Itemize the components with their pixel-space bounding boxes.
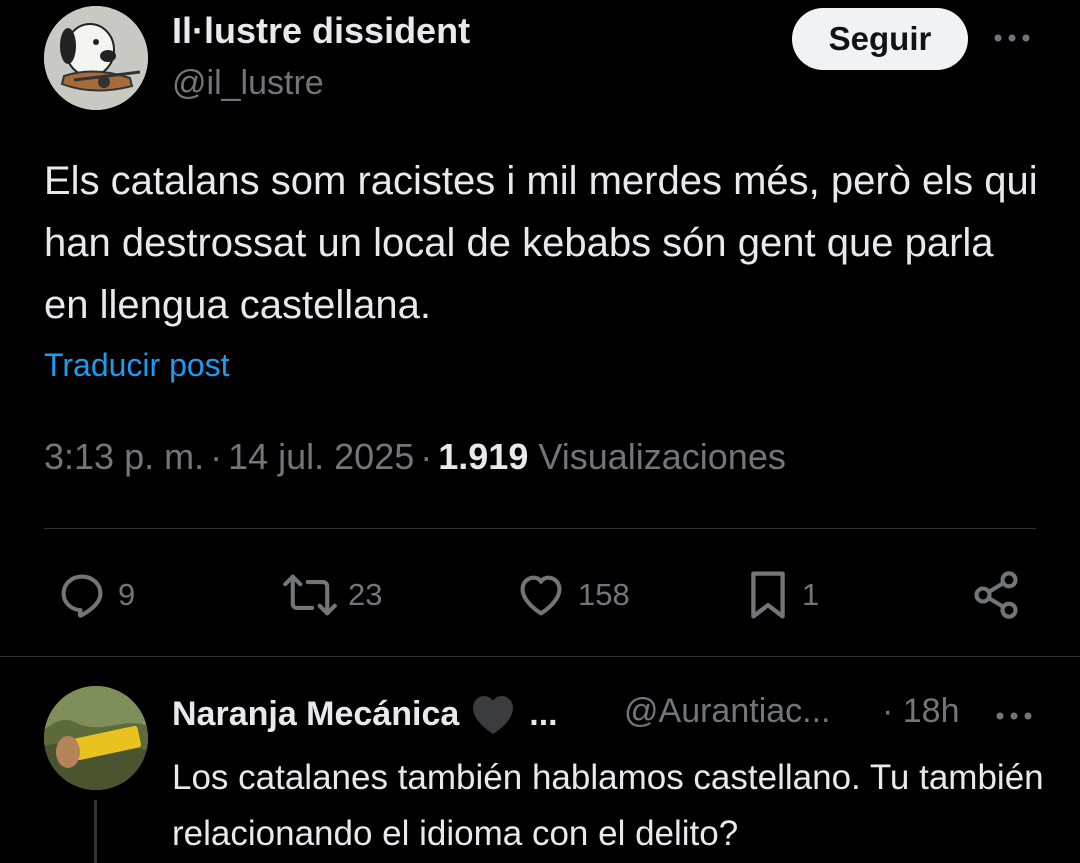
thread-line	[94, 800, 97, 863]
meta-separator: ·	[420, 436, 433, 477]
heart-icon	[473, 696, 514, 734]
reply-button[interactable]: 9	[56, 566, 135, 624]
more-options-button[interactable]	[990, 22, 1034, 54]
translate-post-link[interactable]: Traducir post	[44, 347, 230, 384]
like-count: 158	[578, 577, 630, 612]
reply-author-handle[interactable]: @Aurantiac...	[624, 692, 831, 731]
meta-separator: ·	[210, 436, 223, 477]
bookmark-button[interactable]: 1	[744, 566, 819, 624]
reply-name-ellipsis: ...	[529, 694, 558, 733]
repost-count: 23	[348, 577, 383, 612]
post-meta: 3:13 p. m. · 14 jul. 2025 · 1.919 Visualizac…	[44, 436, 786, 478]
reply-time[interactable]: · 18h	[882, 692, 960, 731]
share-icon	[974, 571, 1018, 619]
more-horizontal-icon	[996, 712, 1032, 720]
reply-author-name[interactable]: Naranja Mecánica	[172, 695, 459, 734]
reply-count: 9	[118, 577, 136, 612]
post-text: Els catalans som racistes i mil merdes m…	[44, 159, 1038, 327]
snoopy-guitar-avatar-icon	[44, 6, 148, 110]
post-time[interactable]: 3:13 p. m.	[44, 436, 204, 477]
divider	[44, 528, 1036, 529]
reply-icon	[61, 574, 103, 618]
reply-more-options-button[interactable]	[992, 700, 1036, 732]
views-label[interactable]: Visualizaciones	[538, 436, 785, 477]
bookmark-count: 1	[802, 577, 820, 612]
repost-button[interactable]: 23	[282, 566, 382, 624]
bookmark-icon	[751, 571, 785, 619]
like-button[interactable]: 158	[514, 566, 630, 624]
reply-text: Los catalanes también hablamos castellan…	[172, 758, 1044, 853]
reply-author-avatar[interactable]	[44, 686, 148, 790]
reply-header: Naranja Mecánica ...	[172, 692, 558, 736]
photo-avatar-icon	[44, 686, 148, 790]
author-avatar[interactable]	[44, 6, 148, 110]
views-count[interactable]: 1.919	[438, 436, 528, 477]
more-horizontal-icon	[994, 34, 1030, 42]
post-date[interactable]: 14 jul. 2025	[228, 436, 414, 477]
follow-button[interactable]: Seguir	[792, 8, 968, 70]
repost-icon	[283, 574, 337, 616]
share-button[interactable]	[970, 566, 1022, 624]
author-name[interactable]: Il·lustre dissident	[172, 10, 470, 52]
divider	[0, 656, 1080, 657]
author-handle[interactable]: @il_lustre	[172, 64, 324, 103]
like-icon	[520, 575, 562, 616]
